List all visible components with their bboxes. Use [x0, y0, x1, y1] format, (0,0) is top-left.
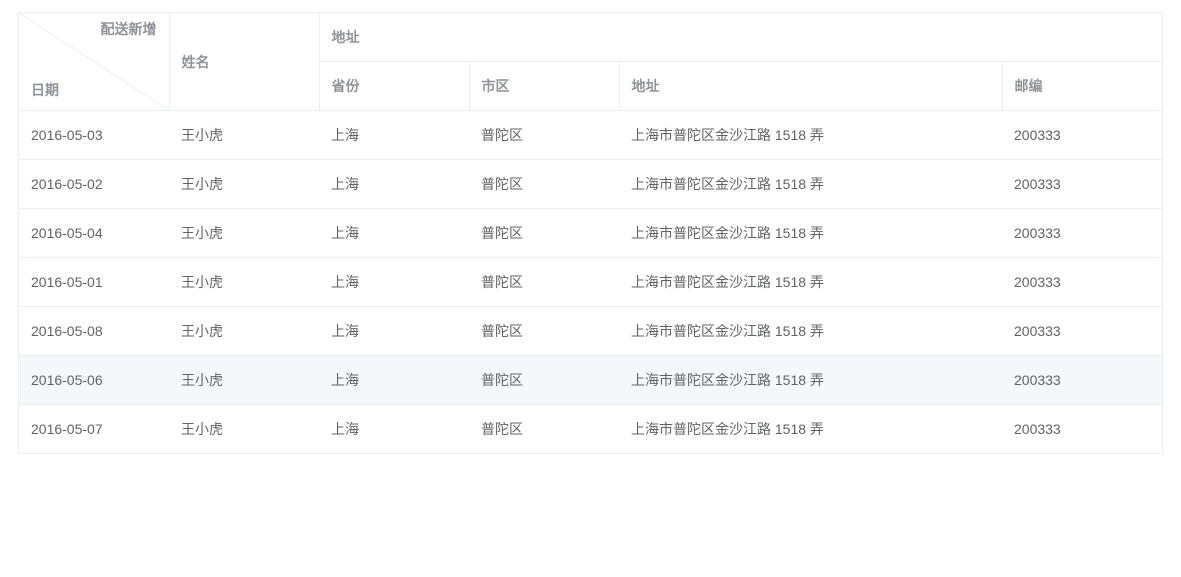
cell-zip: 200333: [1002, 160, 1162, 209]
cell-zip: 200333: [1002, 307, 1162, 356]
cell-zip: 200333: [1002, 258, 1162, 307]
cell-city: 普陀区: [469, 405, 619, 454]
table-body: 2016-05-03王小虎上海普陀区上海市普陀区金沙江路 1518 弄20033…: [19, 111, 1162, 454]
cell-name: 王小虎: [169, 405, 319, 454]
cell-province: 上海: [319, 160, 469, 209]
header-zip[interactable]: 邮编: [1002, 62, 1162, 111]
cell-name: 王小虎: [169, 356, 319, 405]
table-row[interactable]: 2016-05-08王小虎上海普陀区上海市普陀区金沙江路 1518 弄20033…: [19, 307, 1162, 356]
header-diag-topright: 配送新增: [101, 19, 157, 39]
cell-date: 2016-05-08: [19, 307, 169, 356]
cell-address: 上海市普陀区金沙江路 1518 弄: [619, 356, 1002, 405]
cell-city: 普陀区: [469, 258, 619, 307]
cell-zip: 200333: [1002, 356, 1162, 405]
header-address[interactable]: 地址: [619, 62, 1002, 111]
cell-province: 上海: [319, 111, 469, 160]
cell-city: 普陀区: [469, 356, 619, 405]
cell-name: 王小虎: [169, 111, 319, 160]
cell-date: 2016-05-01: [19, 258, 169, 307]
header-diag-bottomleft: 日期: [31, 80, 59, 100]
cell-name: 王小虎: [169, 258, 319, 307]
cell-province: 上海: [319, 356, 469, 405]
cell-address: 上海市普陀区金沙江路 1518 弄: [619, 307, 1002, 356]
table-row[interactable]: 2016-05-04王小虎上海普陀区上海市普陀区金沙江路 1518 弄20033…: [19, 209, 1162, 258]
table-row[interactable]: 2016-05-03王小虎上海普陀区上海市普陀区金沙江路 1518 弄20033…: [19, 111, 1162, 160]
cell-address: 上海市普陀区金沙江路 1518 弄: [619, 405, 1002, 454]
cell-zip: 200333: [1002, 405, 1162, 454]
table-row[interactable]: 2016-05-07王小虎上海普陀区上海市普陀区金沙江路 1518 弄20033…: [19, 405, 1162, 454]
cell-zip: 200333: [1002, 209, 1162, 258]
table-row[interactable]: 2016-05-02王小虎上海普陀区上海市普陀区金沙江路 1518 弄20033…: [19, 160, 1162, 209]
cell-zip: 200333: [1002, 111, 1162, 160]
cell-city: 普陀区: [469, 307, 619, 356]
header-city[interactable]: 市区: [469, 62, 619, 111]
cell-city: 普陀区: [469, 111, 619, 160]
cell-date: 2016-05-06: [19, 356, 169, 405]
header-name[interactable]: 姓名: [169, 13, 319, 111]
cell-address: 上海市普陀区金沙江路 1518 弄: [619, 111, 1002, 160]
cell-date: 2016-05-07: [19, 405, 169, 454]
page: 配送新增 日期 姓名 地址 省份 市区 地址 邮编 2016-05-03王小虎上…: [0, 0, 1181, 472]
cell-province: 上海: [319, 209, 469, 258]
delivery-table-wrap: 配送新增 日期 姓名 地址 省份 市区 地址 邮编 2016-05-03王小虎上…: [18, 12, 1163, 454]
cell-name: 王小虎: [169, 160, 319, 209]
cell-name: 王小虎: [169, 307, 319, 356]
cell-date: 2016-05-04: [19, 209, 169, 258]
header-address-group: 地址: [319, 13, 1162, 62]
cell-address: 上海市普陀区金沙江路 1518 弄: [619, 258, 1002, 307]
cell-province: 上海: [319, 258, 469, 307]
cell-province: 上海: [319, 405, 469, 454]
header-date-diagonal: 配送新增 日期: [19, 13, 169, 111]
cell-date: 2016-05-02: [19, 160, 169, 209]
cell-name: 王小虎: [169, 209, 319, 258]
table-header: 配送新增 日期 姓名 地址 省份 市区 地址 邮编: [19, 13, 1162, 111]
cell-address: 上海市普陀区金沙江路 1518 弄: [619, 209, 1002, 258]
table-row[interactable]: 2016-05-01王小虎上海普陀区上海市普陀区金沙江路 1518 弄20033…: [19, 258, 1162, 307]
cell-address: 上海市普陀区金沙江路 1518 弄: [619, 160, 1002, 209]
cell-date: 2016-05-03: [19, 111, 169, 160]
cell-city: 普陀区: [469, 209, 619, 258]
cell-city: 普陀区: [469, 160, 619, 209]
delivery-table: 配送新增 日期 姓名 地址 省份 市区 地址 邮编 2016-05-03王小虎上…: [19, 13, 1162, 453]
header-province[interactable]: 省份: [319, 62, 469, 111]
cell-province: 上海: [319, 307, 469, 356]
table-row[interactable]: 2016-05-06王小虎上海普陀区上海市普陀区金沙江路 1518 弄20033…: [19, 356, 1162, 405]
